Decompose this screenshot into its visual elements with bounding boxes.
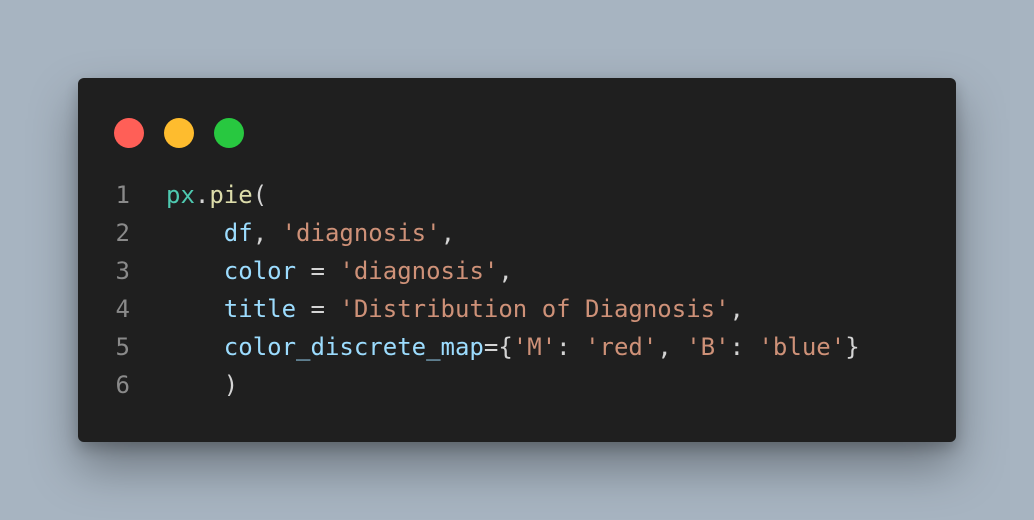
code-token-var: color_discrete_map: [223, 333, 484, 361]
code-token-var: color: [223, 257, 297, 285]
line-number: 4: [115, 295, 130, 323]
code-token-module: px: [166, 181, 195, 209]
code-token-punct: ,: [498, 257, 513, 285]
code-token-punct: =: [296, 295, 340, 323]
code-text: px.pie(: [166, 176, 267, 214]
code-token-punct: .: [194, 181, 210, 209]
code-token-punct: :: [556, 333, 586, 361]
code-line: 4 title = 'Distribution of Diagnosis',: [78, 290, 956, 328]
code-token-str: 'diagnosis': [281, 219, 441, 247]
code-text: ): [166, 366, 238, 404]
code-token-str: 'M': [512, 333, 557, 361]
code-token-punct: :: [729, 333, 759, 361]
maximize-button[interactable]: [214, 118, 244, 148]
close-button[interactable]: [114, 118, 144, 148]
line-number: 5: [115, 333, 130, 361]
code-token-punct: }: [845, 333, 860, 361]
code-block: 1 px.pie(2 df, 'diagnosis', 3 color = 'dia…: [78, 176, 956, 404]
code-line: 6 ): [78, 366, 956, 404]
code-token-func: pie: [209, 181, 253, 209]
code-token-punct: (: [252, 181, 268, 209]
code-token-str: 'B': [686, 333, 730, 361]
code-token-str: 'Distribution of Diagnosis': [339, 295, 730, 323]
code-token-var: title: [223, 295, 297, 323]
code-text: title = 'Distribution of Diagnosis',: [166, 290, 744, 328]
code-line: 3 color = 'diagnosis',: [78, 252, 956, 290]
code-token-punct: ): [223, 371, 239, 399]
code-window: 1 px.pie(2 df, 'diagnosis', 3 color = 'dia…: [78, 78, 956, 442]
code-token-punct: ,: [657, 333, 687, 361]
line-number: 6: [115, 371, 130, 399]
code-text: color_discrete_map={'M': 'red', 'B': 'bl…: [166, 328, 860, 366]
code-line: 1 px.pie(: [78, 176, 956, 214]
code-token-punct: ,: [729, 295, 744, 323]
minimize-button[interactable]: [164, 118, 194, 148]
line-number: 3: [115, 257, 130, 285]
line-number: 2: [115, 219, 130, 247]
line-number: 1: [115, 181, 130, 209]
code-token-punct: =: [296, 257, 340, 285]
code-line: 2 df, 'diagnosis',: [78, 214, 956, 252]
code-token-str: 'red': [585, 333, 658, 361]
code-token-str: 'blue': [758, 333, 846, 361]
code-token-var: df: [223, 219, 253, 247]
code-token-punct: ,: [440, 219, 456, 247]
code-text: df, 'diagnosis',: [166, 214, 455, 252]
code-token-punct: ,: [252, 219, 282, 247]
code-text: color = 'diagnosis',: [166, 252, 513, 290]
code-token-punct: ={: [483, 333, 513, 361]
code-line: 5 color_discrete_map={'M': 'red', 'B': '…: [78, 328, 956, 366]
code-token-str: 'diagnosis': [339, 257, 499, 285]
